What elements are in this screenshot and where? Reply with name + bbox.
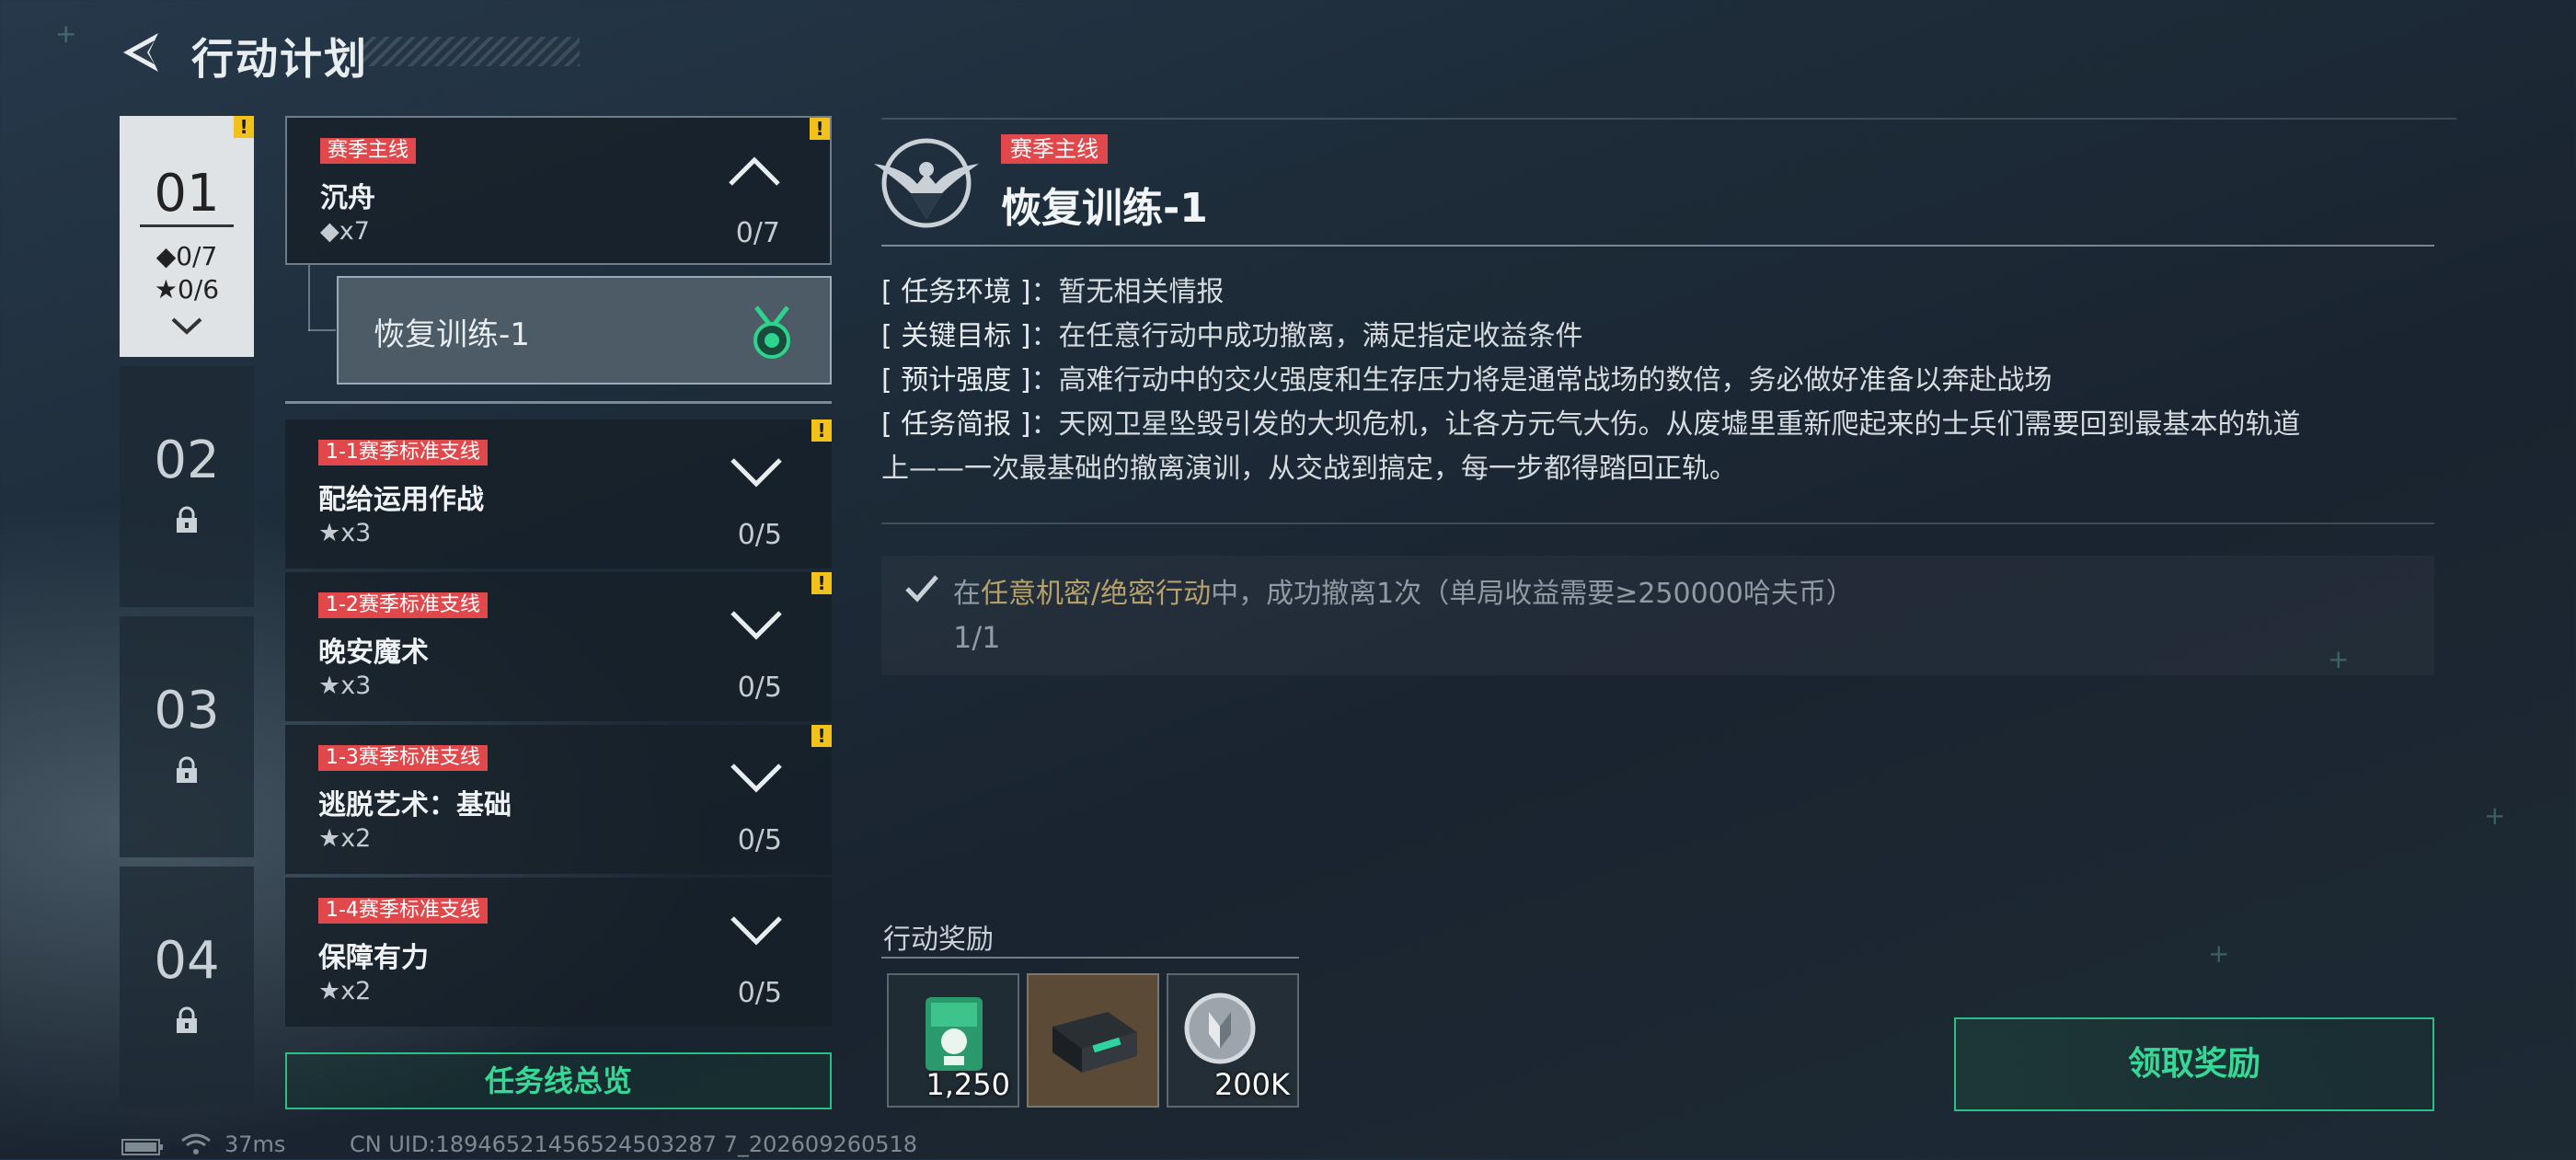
chapter-diamond-progress: ◆0/7 bbox=[155, 241, 218, 271]
mission-tag: 1-2赛季标准支线 bbox=[318, 592, 488, 618]
check-icon bbox=[903, 572, 940, 607]
objective-box: 在任意机密/绝密行动中，成功撤离1次（单局收益需要≥250000哈夫币） 1/1 bbox=[881, 556, 2434, 675]
info-environment: [ 任务环境 ]：暂无相关情报 bbox=[881, 269, 1224, 309]
chapter-number: 04 bbox=[154, 931, 220, 991]
mission-item-main[interactable]: 赛季主线 沉舟 ◆x7 0/7 ! bbox=[285, 116, 832, 265]
mission-name: 沉舟 bbox=[320, 182, 375, 214]
eagle-emblem-icon bbox=[867, 132, 986, 237]
back-arrow-icon[interactable] bbox=[118, 29, 164, 75]
mission-reward: ◆x7 bbox=[320, 217, 370, 246]
warning-badge: ! bbox=[811, 419, 832, 442]
warning-badge: ! bbox=[811, 725, 832, 747]
mission-progress: 0/5 bbox=[737, 824, 782, 856]
info-briefing-continued: 上——一次最基础的撤离演训，从交战到搞定，每一步都得踏回正轨。 bbox=[881, 453, 1737, 485]
mission-progress: 0/5 bbox=[737, 519, 782, 551]
chapter-divider bbox=[140, 224, 234, 227]
chapter-tab-02[interactable]: 02 bbox=[120, 366, 254, 607]
sub-mission-item[interactable]: 恢复训练-1 bbox=[337, 276, 832, 385]
chapter-number: 03 bbox=[154, 681, 220, 741]
chapter-tab-03[interactable]: 03 bbox=[120, 616, 254, 857]
lock-icon bbox=[174, 1006, 200, 1034]
mission-item[interactable]: 1-4赛季标准支线 保障有力 ★x2 0/5 bbox=[285, 878, 832, 1027]
chevron-down-icon[interactable] bbox=[729, 762, 784, 798]
info-key: [ 任务简报 ] bbox=[881, 408, 1031, 441]
divider bbox=[881, 523, 2434, 524]
mission-reward: ★x3 bbox=[318, 519, 372, 547]
title-decoration bbox=[359, 37, 580, 66]
mission-reward: ★x2 bbox=[318, 977, 372, 1005]
info-key: [ 任务环境 ] bbox=[881, 276, 1031, 308]
info-key: [ 关键目标 ] bbox=[881, 320, 1031, 352]
chevron-down-icon[interactable] bbox=[729, 456, 784, 493]
divider bbox=[881, 957, 1299, 959]
equipment-case-icon bbox=[1052, 1012, 1137, 1073]
mission-reward: ★x3 bbox=[318, 672, 372, 700]
mission-item[interactable]: 1-1赛季标准支线 配给运用作战 ★x3 0/5 ! bbox=[285, 419, 832, 569]
warning-badge: ! bbox=[811, 572, 832, 594]
chapter-tab-04[interactable]: 04 bbox=[120, 867, 254, 1108]
lock-icon bbox=[174, 756, 200, 784]
objective-highlight: 任意机密/绝密行动 bbox=[981, 578, 1212, 610]
chapter-number: 01 bbox=[154, 164, 220, 224]
mission-name: 保障有力 bbox=[318, 942, 429, 974]
mission-tag: 1-1赛季标准支线 bbox=[318, 440, 488, 465]
objective-post: 中，成功撤离1次（单局收益需要≥250000哈夫币） bbox=[1211, 578, 1854, 610]
mission-progress: 0/7 bbox=[735, 217, 780, 249]
chevron-up-icon[interactable] bbox=[727, 155, 782, 191]
reward-item[interactable] bbox=[1027, 973, 1159, 1108]
uid-text: CN UID:18946521456524503287 7_2026092605… bbox=[350, 1131, 918, 1157]
divider bbox=[881, 118, 2456, 120]
sub-mission-label: 恢复训练-1 bbox=[374, 316, 530, 353]
reward-item[interactable]: 1,250 bbox=[887, 973, 1019, 1108]
warning-badge: ! bbox=[234, 116, 254, 138]
info-value: ：在任意行动中成功撤离，满足指定收益条件 bbox=[1030, 320, 1583, 352]
info-value: ：高难行动中的交火强度和生存压力将是通常战场的数倍，务必做好准备以奔赴战场 bbox=[1030, 364, 2053, 396]
list-divider bbox=[285, 401, 832, 404]
mission-progress: 0/5 bbox=[737, 672, 782, 704]
info-objective: [ 关键目标 ]：在任意行动中成功撤离，满足指定收益条件 bbox=[881, 313, 1582, 353]
mission-name: 配给运用作战 bbox=[318, 484, 484, 516]
divider bbox=[881, 245, 2434, 247]
ping-text: 37ms bbox=[224, 1131, 286, 1157]
lock-icon bbox=[174, 506, 200, 534]
tree-connector bbox=[308, 329, 336, 331]
info-briefing: [ 任务简报 ]：天网卫星坠毁引发的大坝危机，让各方元气大伤。从废墟里重新爬起来… bbox=[881, 401, 2300, 442]
mission-overview-button[interactable]: 任务线总览 bbox=[285, 1052, 832, 1109]
chevron-down-icon[interactable] bbox=[729, 914, 784, 951]
reward-item[interactable]: 200K bbox=[1167, 973, 1299, 1108]
mission-name: 晚安魔术 bbox=[318, 637, 429, 669]
mission-tag: 1-3赛季标准支线 bbox=[318, 745, 488, 771]
reward-qty: 1,250 bbox=[926, 1067, 1010, 1102]
mission-tag: 1-4赛季标准支线 bbox=[318, 898, 488, 924]
page-title: 行动计划 bbox=[191, 34, 368, 84]
mission-reward: ★x2 bbox=[318, 824, 372, 853]
wifi-icon bbox=[180, 1132, 212, 1160]
chapter-tab-01[interactable]: 01 ◆0/7 ★0/6 ! bbox=[120, 116, 254, 357]
mission-name: 逃脱艺术：基础 bbox=[318, 789, 512, 821]
info-value: ：暂无相关情报 bbox=[1030, 276, 1225, 308]
objective-text: 在任意机密/绝密行动中，成功撤离1次（单局收益需要≥250000哈夫币） bbox=[953, 570, 1854, 611]
info-key: [ 预计强度 ] bbox=[881, 364, 1031, 396]
info-value: ：天网卫星坠毁引发的大坝危机，让各方元气大伤。从废墟里重新爬起来的士兵们需要回到… bbox=[1030, 408, 2301, 441]
chapter-star-progress: ★0/6 bbox=[154, 274, 220, 304]
chevron-down-icon bbox=[170, 316, 203, 340]
chevron-down-icon[interactable] bbox=[729, 609, 784, 646]
chapter-number: 02 bbox=[154, 431, 220, 490]
mission-title: 恢复训练-1 bbox=[1001, 185, 1208, 232]
mission-progress: 0/5 bbox=[737, 977, 782, 1009]
tree-connector bbox=[308, 265, 310, 331]
mission-item[interactable]: 1-3赛季标准支线 逃脱艺术：基础 ★x2 0/5 ! bbox=[285, 725, 832, 874]
warning-badge: ! bbox=[810, 118, 830, 140]
reward-qty: 200K bbox=[1213, 1067, 1290, 1102]
objective-progress: 1/1 bbox=[953, 620, 1001, 655]
objective-pre: 在 bbox=[953, 578, 981, 610]
mission-tag: 赛季主线 bbox=[320, 138, 417, 164]
rewards-label: 行动奖励 bbox=[883, 924, 994, 956]
claim-reward-button[interactable]: 领取奖励 bbox=[1954, 1017, 2434, 1111]
mission-item[interactable]: 1-2赛季标准支线 晚安魔术 ★x3 0/5 ! bbox=[285, 572, 832, 721]
info-intensity: [ 预计强度 ]：高难行动中的交火强度和生存压力将是通常战场的数倍，务必做好准备… bbox=[881, 357, 2052, 397]
mission-tag: 赛季主线 bbox=[1001, 134, 1108, 164]
medal-icon bbox=[749, 304, 795, 364]
battery-icon bbox=[121, 1139, 164, 1159]
